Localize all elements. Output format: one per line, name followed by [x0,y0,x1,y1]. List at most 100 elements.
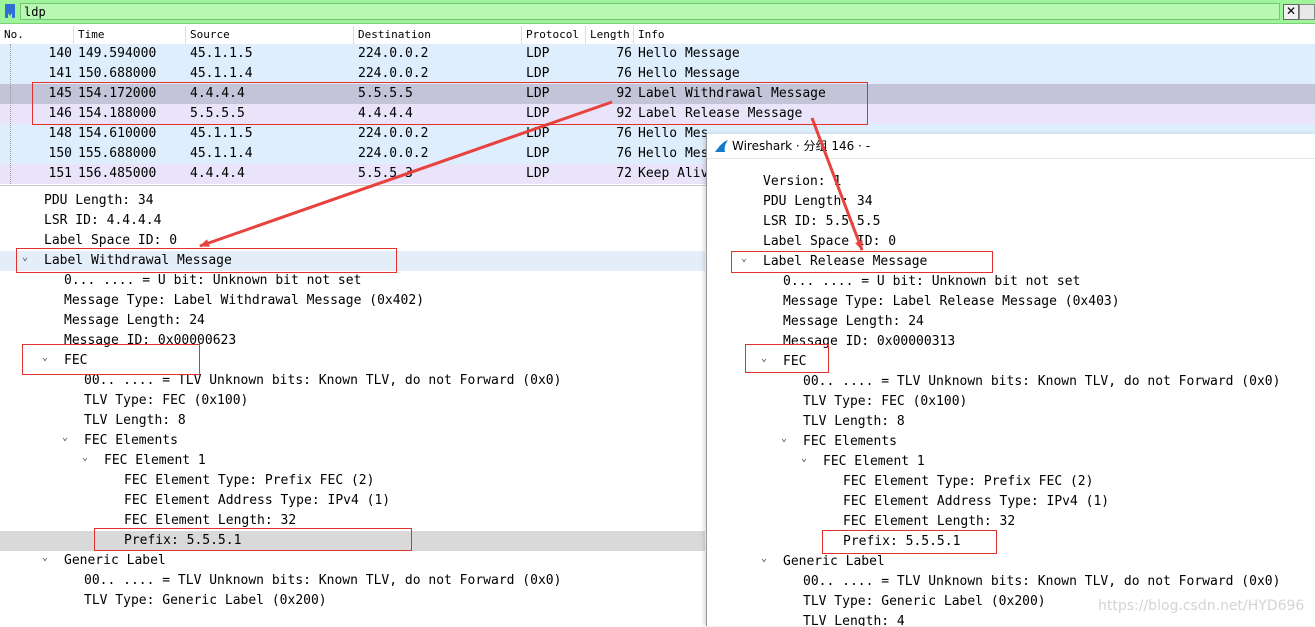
tree-label: TLV Type: FEC (0x100) [84,393,249,408]
packet-cell-info: Hello Mes [638,126,709,141]
packet-cell-proto: LDP [526,126,550,141]
tree-label: FEC Element Type: Prefix FEC (2) [843,474,1094,489]
tree-field[interactable]: FEC Element Type: Prefix FEC (2) [124,471,374,491]
expand-chevron-icon[interactable]: ⌄ [42,548,56,568]
tree-field[interactable]: TLV Type: FEC (0x100) [803,392,967,412]
tree-label: FEC Element 1 [823,454,925,469]
filter-dropdown-button[interactable] [1299,4,1315,20]
tree-gutter-line [10,44,12,184]
tree-node[interactable]: ⌄ FEC Element 1 [82,451,206,471]
packet-cell-src: 45.1.1.5 [190,46,253,61]
packet-list-header: No. Time Source Destination Protocol Len… [0,26,1315,45]
expand-chevron-icon[interactable]: ⌄ [82,448,96,468]
tree-field[interactable]: FEC Element Length: 32 [843,512,1015,532]
packet-cell-info: Keep Aliv [638,166,709,181]
column-header-protocol[interactable]: Protocol [522,26,586,44]
tree-field[interactable]: TLV Type: Generic Label (0x200) [84,591,327,611]
tree-field[interactable]: Message Type: Label Release Message (0x4… [783,292,1120,312]
tree-field[interactable]: 0... .... = U bit: Unknown bit not set [783,272,1080,292]
tree-field[interactable]: Message Length: 24 [783,312,924,332]
tree-field[interactable]: FEC Element Address Type: IPv4 (1) [843,492,1109,512]
tree-field[interactable]: 0... .... = U bit: Unknown bit not set [64,271,361,291]
tree-label: Version: 1 [763,174,842,189]
annotation-box-packets [32,82,868,125]
column-header-no[interactable]: No. [0,26,74,44]
tree-field[interactable]: Message Length: 24 [64,311,205,331]
tree-field[interactable]: Message Type: Label Withdrawal Message (… [64,291,424,311]
packet-cell-src: 45.1.1.4 [190,66,253,81]
tree-field[interactable]: Label Space ID: 0 [763,232,896,252]
packet-cell-proto: LDP [526,146,550,161]
tree-node[interactable]: ⌄ FEC Element 1 [801,452,925,472]
tree-field[interactable]: 00.. .... = TLV Unknown bits: Known TLV,… [803,372,1280,392]
tree-field[interactable]: Version: 1 [763,172,841,192]
tree-field[interactable]: LSR ID: 5.5.5.5 [763,212,880,232]
tree-label: PDU Length: 34 [763,194,873,209]
tree-label: FEC Element Type: Prefix FEC (2) [124,473,375,488]
column-header-time[interactable]: Time [74,26,186,44]
tree-field[interactable]: PDU Length: 34 [44,191,154,211]
tree-label: TLV Length: 8 [84,413,186,428]
tree-label: FEC Element Length: 32 [843,514,1016,529]
packet-row[interactable]: 140 149.594000 45.1.1.5 224.0.0.2 LDP 76 Hello… [0,44,1315,64]
tree-field[interactable]: TLV Type: FEC (0x100) [84,391,248,411]
annotation-box-fec-left [22,344,200,375]
tree-label: 00.. .... = TLV Unknown bits: Known TLV,… [803,574,1281,589]
display-filter-input[interactable]: ldp [20,3,1280,20]
tree-label: FEC Element Address Type: IPv4 (1) [124,493,391,508]
expand-chevron-icon[interactable]: ⌄ [781,429,795,449]
packet-cell-len: 76 [616,46,632,61]
packet-cell-time: 156.485000 [78,166,157,181]
packet-cell-dst: 224.0.0.2 [358,146,429,161]
tree-label: Label Space ID: 0 [44,233,178,248]
packet-cell-info: Hello Message [638,46,740,61]
tree-label: Label Space ID: 0 [763,234,897,249]
tree-label: TLV Length: 4 [803,614,905,626]
tree-field[interactable]: FEC Element Type: Prefix FEC (2) [843,472,1093,492]
expand-chevron-icon[interactable]: ⌄ [62,428,76,448]
tree-node[interactable]: ⌄ FEC Elements [62,431,178,451]
column-header-source[interactable]: Source [186,26,354,44]
tree-node[interactable]: ⌄ FEC Elements [781,432,897,452]
packet-cell-len: 72 [616,166,632,181]
tree-label: 00.. .... = TLV Unknown bits: Known TLV,… [84,373,562,388]
tree-label: Message Length: 24 [64,313,205,328]
tree-field[interactable]: TLV Length: 4 [803,612,905,626]
tree-field[interactable]: 00.. .... = TLV Unknown bits: Known TLV,… [803,572,1280,592]
packet-cell-src: 45.1.1.5 [190,126,253,141]
expand-chevron-icon[interactable]: ⌄ [761,549,775,569]
wireshark-fin-icon [715,140,728,152]
display-filter-bar: ldp ✕ [0,0,1315,24]
tree-field[interactable]: TLV Length: 8 [803,412,905,432]
annotation-box-withdrawal [16,248,397,273]
tree-node[interactable]: ⌄ Generic Label [42,551,166,571]
packet-cell-proto: LDP [526,46,550,61]
expand-chevron-icon[interactable]: ⌄ [801,449,815,469]
packet-row[interactable]: 141 150.688000 45.1.1.4 224.0.0.2 LDP 76 Hello… [0,64,1315,84]
packet-cell-dst: 224.0.0.2 [358,46,429,61]
tree-field[interactable]: 00.. .... = TLV Unknown bits: Known TLV,… [84,571,561,591]
tree-label: FEC Elements [803,434,897,449]
tree-field[interactable]: FEC Element Address Type: IPv4 (1) [124,491,390,511]
packet-cell-info: Hello Mes [638,146,709,161]
tree-node[interactable]: ⌄ Generic Label [761,552,885,572]
tree-field[interactable]: LSR ID: 4.4.4.4 [44,211,161,231]
column-header-destination[interactable]: Destination [354,26,522,44]
tree-field[interactable]: PDU Length: 34 [763,192,873,212]
column-header-info[interactable]: Info [634,26,1315,44]
clear-filter-icon[interactable]: ✕ [1283,4,1299,20]
tree-label: Message Length: 24 [783,314,924,329]
packet-cell-proto: LDP [526,66,550,81]
tree-label: Message Type: Label Withdrawal Message (… [64,293,425,308]
column-header-length[interactable]: Length [586,26,634,44]
window-titlebar[interactable]: Wireshark · 分组 146 · - [707,134,1315,159]
packet-cell-dst: 5.5.5.3 [358,166,413,181]
packet-cell-src: 45.1.1.4 [190,146,253,161]
tree-label: LSR ID: 5.5.5.5 [763,214,881,229]
tree-label: PDU Length: 34 [44,193,154,208]
tree-field[interactable]: TLV Type: Generic Label (0x200) [803,592,1046,612]
packet-cell-time: 149.594000 [78,46,157,61]
packet-146-window: Wireshark · 分组 146 · - Version: 1 PDU Len… [706,134,1315,626]
tree-field[interactable]: TLV Length: 8 [84,411,186,431]
bookmark-icon[interactable] [5,4,15,21]
